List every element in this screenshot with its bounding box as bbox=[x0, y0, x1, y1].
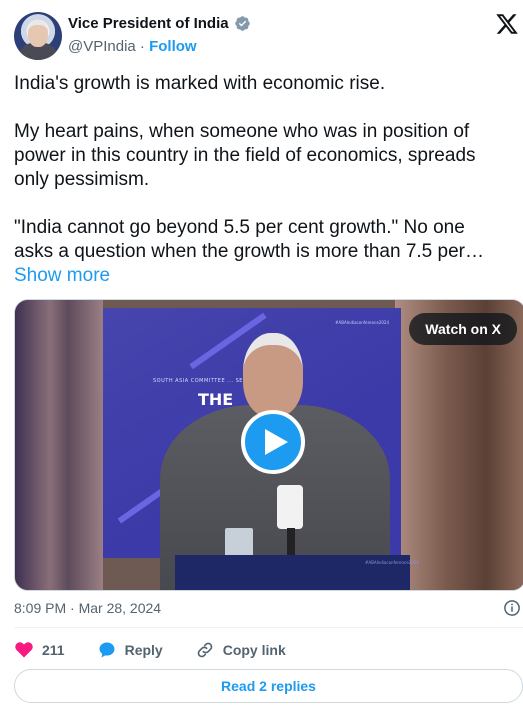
reply-button[interactable]: Reply bbox=[97, 640, 163, 660]
reply-bubble-icon bbox=[99, 642, 115, 658]
name-row: Vice President of India bbox=[68, 15, 251, 32]
banner-tag: #ABAIndiaconference2024 bbox=[335, 320, 389, 325]
tweet-paragraph: My heart pains, when someone who was in … bbox=[14, 121, 476, 190]
x-logo-icon[interactable] bbox=[495, 12, 519, 36]
info-icon[interactable] bbox=[503, 599, 521, 617]
handle-row: @VPIndia · Follow bbox=[68, 38, 197, 55]
tweet-paragraph-last: "India cannot go beyond 5.5 per cent gro… bbox=[14, 216, 509, 288]
podium: #ABAIndiaconference2024 bbox=[175, 555, 419, 590]
show-more-link[interactable]: Show more bbox=[14, 265, 110, 286]
play-button[interactable] bbox=[241, 410, 305, 474]
watch-on-x-button[interactable]: Watch on X bbox=[409, 313, 517, 345]
copy-link-label: Copy link bbox=[222, 642, 286, 658]
tweet-text: India's growth is marked with economic r… bbox=[14, 72, 509, 288]
separator: · bbox=[135, 38, 150, 55]
speaker-head bbox=[243, 333, 303, 417]
water-glass bbox=[225, 528, 253, 558]
tweet-paragraph: India's growth is marked with economic r… bbox=[14, 73, 386, 94]
avatar-face bbox=[28, 20, 48, 47]
video-thumbnail[interactable]: #ABAIndiaconference2024 SOUTH ASIA COMMI… bbox=[14, 299, 523, 591]
microphone bbox=[277, 485, 303, 529]
curtain-left bbox=[15, 300, 103, 590]
reply-label: Reply bbox=[124, 642, 163, 658]
microphone-stand bbox=[287, 528, 295, 558]
heart-icon bbox=[15, 642, 33, 658]
link-icon bbox=[197, 642, 213, 658]
podium-text: #ABAIndiaconference2024 bbox=[365, 560, 419, 565]
verified-badge-icon bbox=[234, 16, 250, 31]
follow-button[interactable]: Follow bbox=[149, 38, 197, 55]
tweet-card: Vice President of India @VPIndia · Follo… bbox=[0, 0, 523, 715]
play-icon bbox=[264, 429, 288, 455]
tweet-paragraph-truncated: "India cannot go beyond 5.5 per cent gro… bbox=[14, 217, 484, 262]
like-count: 211 bbox=[42, 642, 65, 658]
action-bar: 211 Reply Copy link bbox=[14, 640, 318, 660]
timestamp[interactable]: 8:09 PM · Mar 28, 2024 bbox=[14, 600, 161, 616]
banner-title: THE bbox=[198, 390, 234, 409]
like-button[interactable]: 211 bbox=[14, 640, 65, 660]
read-replies-button[interactable]: Read 2 replies bbox=[14, 669, 523, 703]
handle[interactable]: @VPIndia bbox=[68, 38, 136, 55]
display-name[interactable]: Vice President of India bbox=[68, 15, 229, 32]
divider bbox=[14, 627, 523, 628]
avatar[interactable] bbox=[14, 12, 62, 60]
copy-link-button[interactable]: Copy link bbox=[195, 640, 286, 660]
